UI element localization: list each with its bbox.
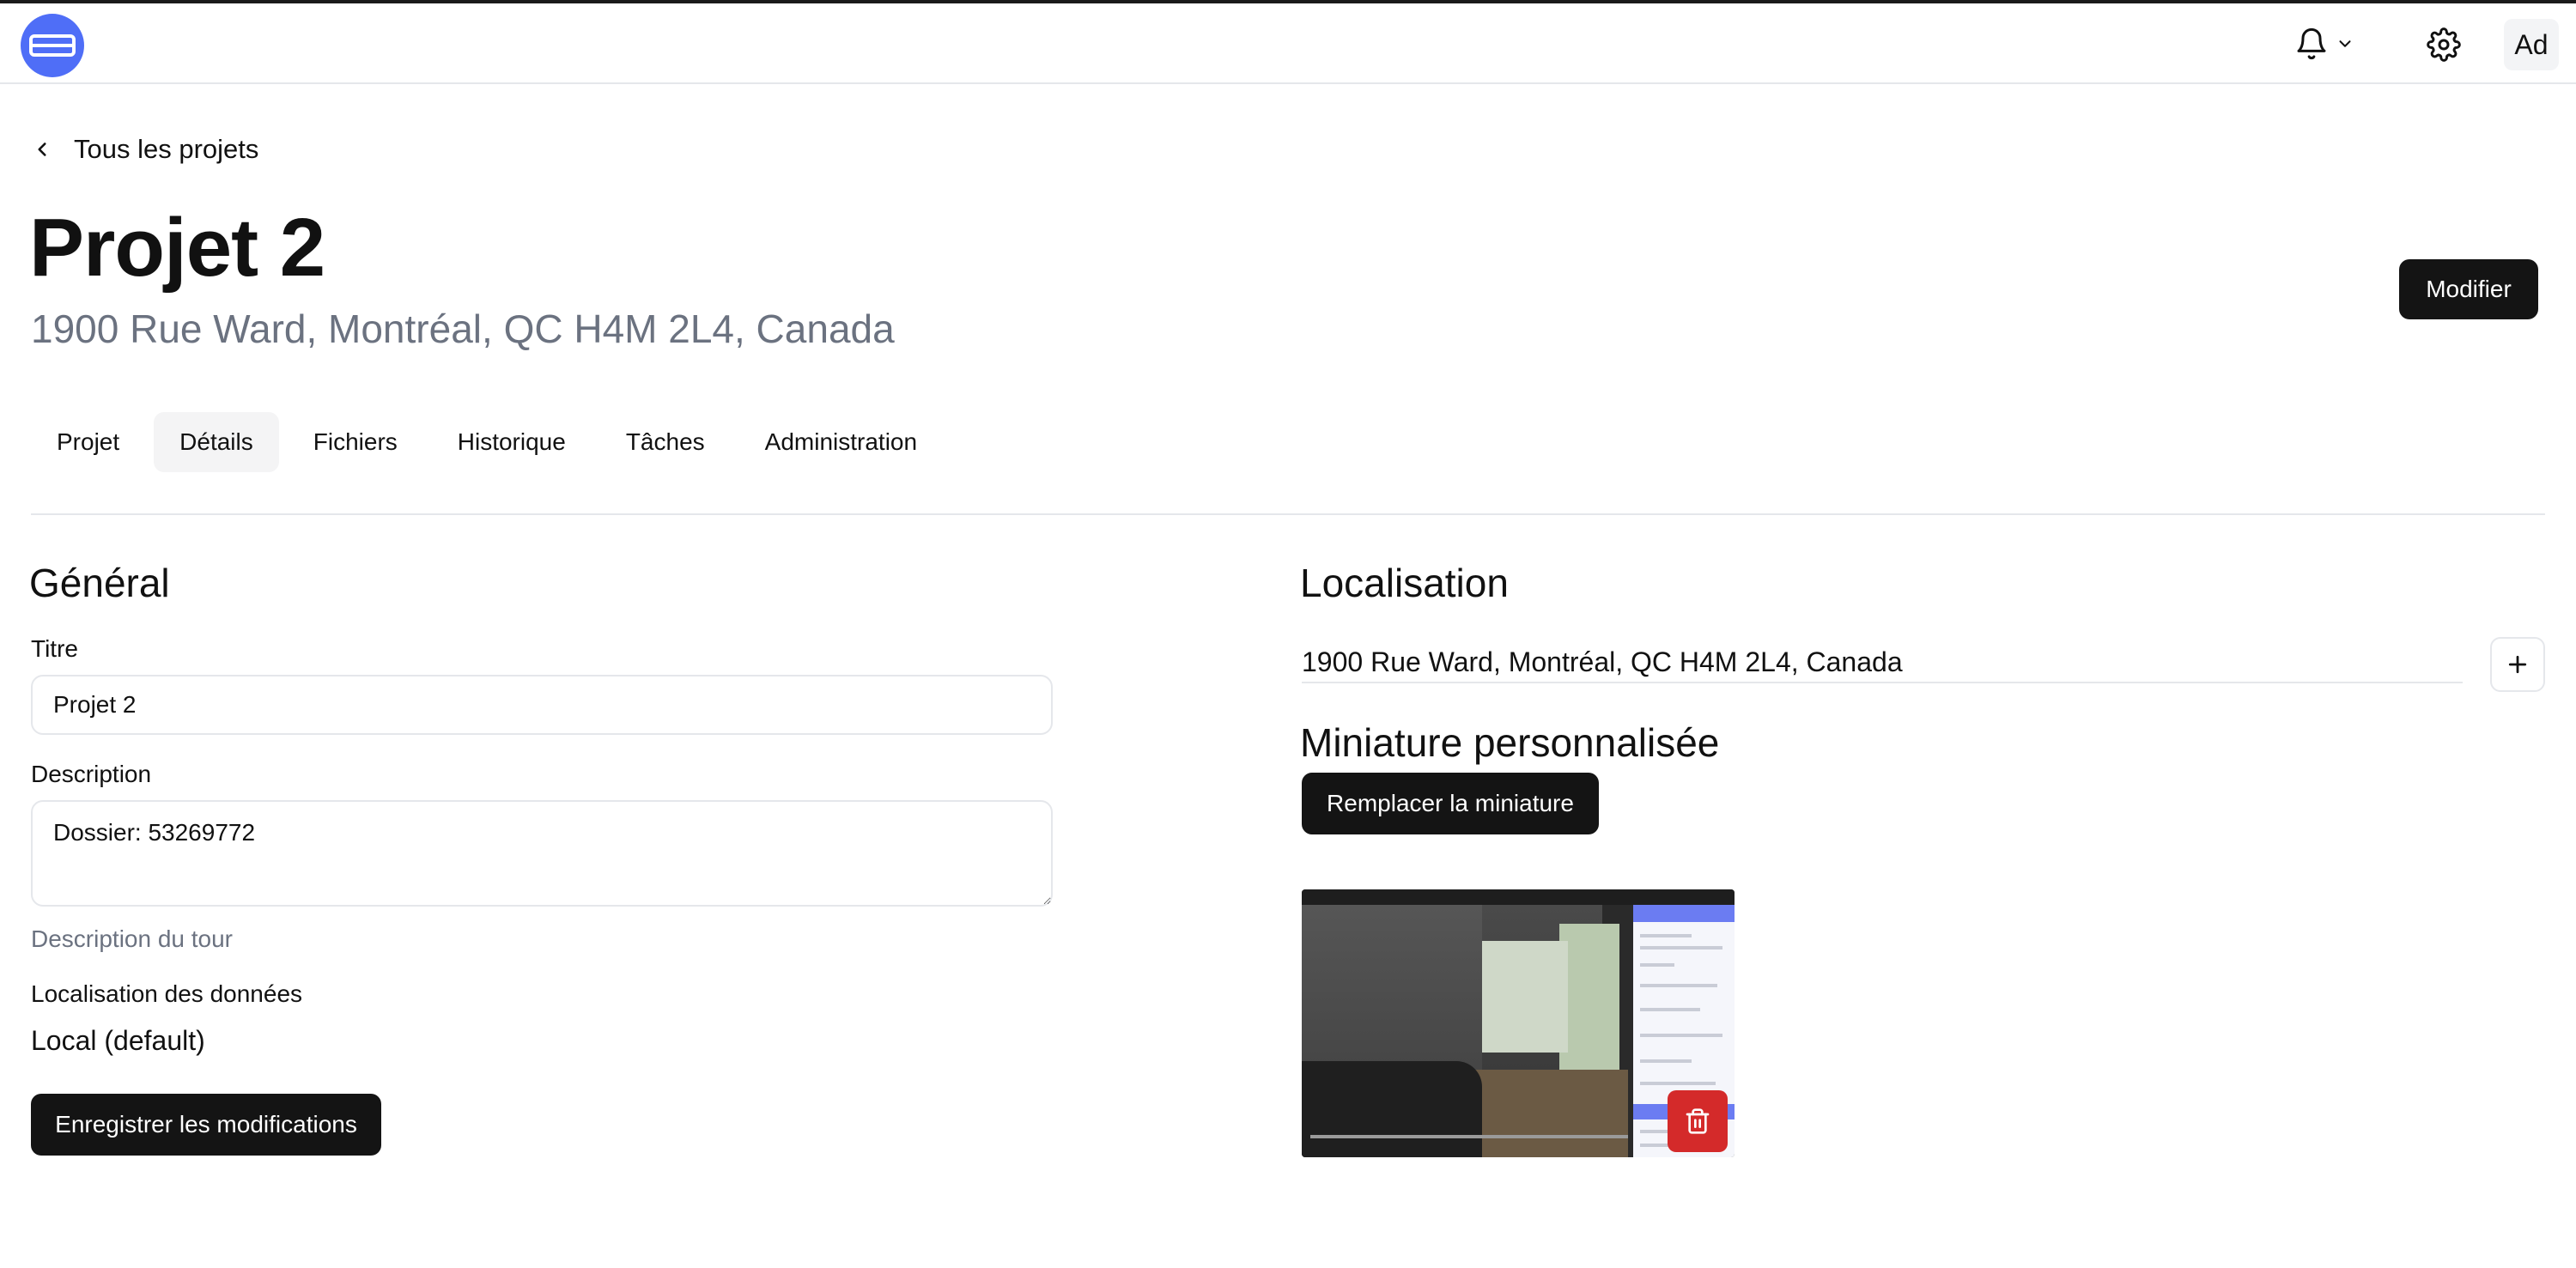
replace-thumbnail-button[interactable]: Remplacer la miniature (1302, 773, 1599, 834)
top-bar: Ad (0, 3, 2576, 84)
tab-historique[interactable]: Historique (432, 412, 592, 472)
tab-projet[interactable]: Projet (31, 412, 145, 472)
location-address: 1900 Rue Ward, Montréal, QC H4M 2L4, Can… (1302, 642, 2463, 683)
notifications-button[interactable] (2294, 24, 2363, 64)
bell-icon (2297, 27, 2326, 60)
thumbnail-heading: Miniature personnalisée (1300, 720, 1720, 765)
back-link[interactable]: Tous les projets (31, 130, 258, 168)
page-title: Projet 2 (29, 202, 325, 294)
location-heading: Localisation (1300, 561, 1509, 605)
app-logo-icon[interactable] (21, 14, 84, 77)
tab-bar: Projet Détails Fichiers Historique Tâche… (31, 412, 943, 472)
description-label: Description (31, 761, 152, 787)
tab-fichiers[interactable]: Fichiers (288, 412, 423, 472)
chevron-left-icon (38, 143, 46, 156)
tab-taches[interactable]: Tâches (600, 412, 731, 472)
page: Ad Tous les projets Projet 2 1900 Rue Wa… (0, 0, 2576, 1268)
title-input[interactable] (31, 675, 1053, 735)
data-location-value: Local (default) (31, 1025, 205, 1056)
tab-administration[interactable]: Administration (739, 412, 943, 472)
tab-details[interactable]: Détails (154, 412, 279, 472)
back-link-label: Tous les projets (74, 134, 259, 164)
description-helper: Description du tour (31, 925, 234, 952)
trash-icon (1686, 1108, 1710, 1134)
save-button[interactable]: Enregistrer les modifications (31, 1094, 381, 1156)
delete-thumbnail-button[interactable] (1668, 1090, 1728, 1152)
chevron-down-icon (2339, 40, 2351, 47)
data-location-label: Localisation des données (31, 980, 303, 1007)
gear-icon[interactable] (2427, 27, 2461, 62)
modify-button[interactable]: Modifier (2399, 259, 2538, 319)
title-label: Titre (31, 635, 78, 662)
project-address: 1900 Rue Ward, Montréal, QC H4M 2L4, Can… (31, 306, 895, 351)
description-textarea[interactable]: Dossier: 53269772 (31, 800, 1053, 907)
add-location-button[interactable] (2490, 637, 2545, 692)
avatar[interactable]: Ad (2504, 19, 2559, 70)
plus-icon (2508, 655, 2527, 674)
tab-divider (31, 513, 2545, 515)
location-address-text: 1900 Rue Ward, Montréal, QC H4M 2L4, Can… (1302, 646, 1903, 677)
general-heading: Général (29, 561, 170, 605)
